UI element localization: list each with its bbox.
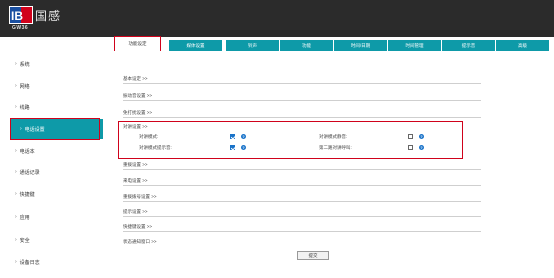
tab-prompt-tone[interactable]: 提示音 xyxy=(442,40,495,51)
sidebar-item-security[interactable]: › 安全 xyxy=(0,230,103,250)
sidebar-item-network[interactable]: › 网络 xyxy=(0,76,103,96)
section-label: 状态通知窗口 >> xyxy=(123,239,157,244)
tab-features[interactable]: 功能 xyxy=(280,40,333,51)
model-name: GW36 xyxy=(12,25,29,31)
divider xyxy=(123,100,481,101)
submit-button[interactable]: 提交 xyxy=(297,251,329,260)
top-bar: IB 国感 GW36 xyxy=(0,0,554,37)
divider xyxy=(123,216,481,217)
divider xyxy=(123,231,481,232)
section-label: 来电设置 >> xyxy=(123,178,148,183)
chevron-right-icon: › xyxy=(15,104,17,110)
section-label: 重拨拨号设置 >> xyxy=(123,194,157,199)
divider xyxy=(123,83,481,84)
divider xyxy=(123,185,481,186)
section-status-notification[interactable]: 状态通知窗口 >> xyxy=(123,239,481,245)
chevron-right-icon: › xyxy=(15,169,17,175)
sidebar-item-phonebook[interactable]: › 电话本 xyxy=(0,141,103,161)
section-hotkey[interactable]: 快捷键设置 >> xyxy=(123,224,481,232)
section-prompt[interactable]: 提示设置 >> xyxy=(123,209,481,217)
section-basic[interactable]: 基本设定 >> xyxy=(123,76,481,84)
sidebar-item-label: 通话记录 xyxy=(19,169,40,176)
chevron-right-icon: › xyxy=(15,83,17,89)
sidebar-item-device-log[interactable]: › 设备日志 xyxy=(0,252,103,272)
tab-time-management[interactable]: 时间管理 xyxy=(388,40,441,51)
chevron-right-icon: › xyxy=(15,148,17,154)
section-dnd[interactable]: 免打扰设置 >> xyxy=(123,110,481,118)
section-vibration[interactable]: 振动音设置 >> xyxy=(123,93,481,101)
brand-name: 国感 xyxy=(35,9,62,23)
tab-ringtone[interactable]: 铃声 xyxy=(226,40,279,51)
sidebar: › 系统 › 网络 › 线路 › 电话设置 › 电话本 › 通话记录 › 快捷键 › 应用 › 安… xyxy=(0,37,103,278)
sidebar-item-label: 快捷键 xyxy=(19,191,35,198)
section-redial-dial[interactable]: 重拨拨号设置 >> xyxy=(123,194,481,202)
section-incoming-call[interactable]: 来电设置 >> xyxy=(123,178,481,186)
tab-time-date[interactable]: 时间/日期 xyxy=(334,40,387,51)
divider xyxy=(123,117,481,118)
sidebar-item-label: 系统 xyxy=(19,61,30,68)
chevron-right-icon: › xyxy=(15,214,17,220)
sidebar-item-label: 电话本 xyxy=(19,148,35,155)
highlight-box-tab xyxy=(114,36,161,52)
highlight-box-intercom xyxy=(118,121,463,159)
sidebar-item-apps[interactable]: › 应用 xyxy=(0,207,103,227)
divider xyxy=(123,169,481,170)
sidebar-item-call-log[interactable]: › 通话记录 xyxy=(0,162,103,182)
tab-advanced[interactable]: 高级 xyxy=(496,40,549,51)
section-label: 快捷键设置 >> xyxy=(123,224,153,229)
sidebar-item-label: 网络 xyxy=(19,83,30,90)
section-label: 重拨设置 >> xyxy=(123,162,148,167)
chevron-right-icon: › xyxy=(15,61,17,67)
sidebar-item-label: 应用 xyxy=(19,214,30,221)
logo-icon: IB xyxy=(9,6,33,24)
sidebar-item-label: 线路 xyxy=(19,104,30,111)
svg-text:IB: IB xyxy=(11,9,23,23)
sidebar-item-label: 安全 xyxy=(19,237,30,244)
chevron-right-icon: › xyxy=(15,237,17,243)
sidebar-item-lines[interactable]: › 线路 xyxy=(0,97,103,117)
section-redial[interactable]: 重拨设置 >> xyxy=(123,162,481,170)
section-label: 提示设置 >> xyxy=(123,209,148,214)
section-label: 免打扰设置 >> xyxy=(123,110,153,115)
chevron-right-icon: › xyxy=(15,259,17,265)
chevron-right-icon: › xyxy=(15,191,17,197)
section-label: 振动音设置 >> xyxy=(123,93,153,98)
tab-media-settings[interactable]: 媒体设置 xyxy=(169,40,222,51)
divider xyxy=(123,201,481,202)
section-label: 基本设定 >> xyxy=(123,76,148,81)
sidebar-item-hotkeys[interactable]: › 快捷键 xyxy=(0,184,103,204)
highlight-box-sidebar xyxy=(10,118,100,140)
sidebar-item-label: 设备日志 xyxy=(19,259,40,266)
content-panel: 基本设定 >> 振动音设置 >> 免打扰设置 >> 对讲设置 >> 对讲模式: … xyxy=(103,51,554,278)
sidebar-item-system[interactable]: › 系统 xyxy=(0,54,103,74)
